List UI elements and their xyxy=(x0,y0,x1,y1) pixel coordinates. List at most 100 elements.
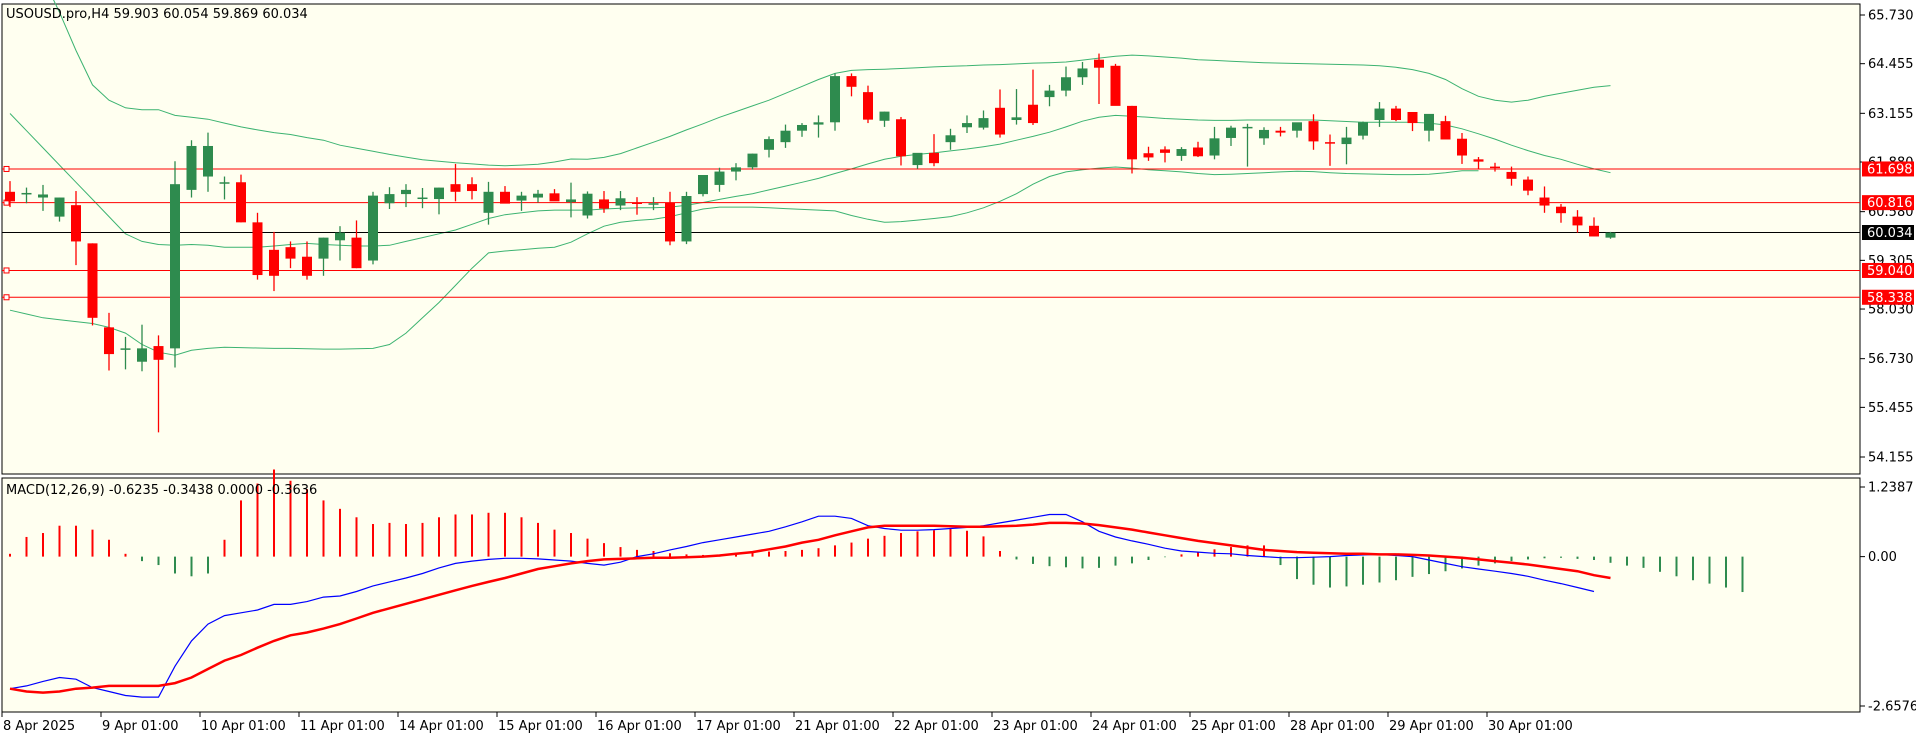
candle-body xyxy=(236,182,246,223)
candle-body xyxy=(1424,113,1434,131)
candle-body xyxy=(1077,68,1088,78)
hline-anchor[interactable] xyxy=(3,294,10,301)
y-tick-label: 56.730 xyxy=(1868,352,1914,367)
symbol-header: USOUSD.pro,H4 59.903 60.054 59.869 60.03… xyxy=(6,7,308,22)
hline-anchor[interactable] xyxy=(3,267,10,274)
candle-body xyxy=(1391,108,1401,121)
candle-body xyxy=(1325,142,1335,144)
x-tick-label: 30 Apr 01:00 xyxy=(1488,719,1573,734)
x-tick-label: 25 Apr 01:00 xyxy=(1191,719,1276,734)
candle-body xyxy=(368,195,378,261)
candle-body xyxy=(681,196,692,242)
candle-body xyxy=(1457,138,1467,156)
candle-body xyxy=(401,189,411,195)
candle-body xyxy=(467,184,477,192)
candle-body xyxy=(813,122,824,125)
candle-body xyxy=(648,203,659,205)
y-tick-label: 63.155 xyxy=(1868,107,1914,122)
candle-body xyxy=(1061,77,1071,91)
candle-body xyxy=(780,130,791,143)
macd-axis: 1.2387 0.00 -2.6576 xyxy=(1860,481,1916,715)
candle-body xyxy=(186,145,197,190)
candle-body xyxy=(1308,121,1319,142)
x-tick-label: 24 Apr 01:00 xyxy=(1092,719,1177,734)
candle-body xyxy=(995,107,1005,135)
candle-body xyxy=(549,193,560,202)
x-tick-label: 16 Apr 01:00 xyxy=(597,719,682,734)
x-tick-label: 14 Apr 01:00 xyxy=(399,719,484,734)
candle-body xyxy=(1539,197,1550,206)
candle-body xyxy=(104,327,114,355)
chart-canvas: 65.73064.45563.15561.88060.58059.30558.0… xyxy=(1,0,1916,734)
candle-body xyxy=(978,118,989,128)
candle-body xyxy=(285,247,296,259)
candle-body xyxy=(1176,149,1187,156)
candle-body xyxy=(1490,166,1500,169)
candle-body xyxy=(830,76,840,123)
candle-body xyxy=(120,348,131,350)
time-axis: 8 Apr 2025 9 Apr 01:00 10 Apr 01:00 11 Apr … xyxy=(1,712,1573,734)
candle-body xyxy=(1193,147,1203,157)
candle-body xyxy=(1226,127,1236,138)
candle-body xyxy=(1341,137,1352,145)
candle-body xyxy=(417,197,428,200)
candle-body xyxy=(71,205,81,242)
candle-body xyxy=(384,194,395,204)
x-tick-label: 29 Apr 01:00 xyxy=(1389,719,1474,734)
x-tick-label: 21 Apr 01:00 xyxy=(795,719,880,734)
x-tick-label: 22 Apr 01:00 xyxy=(894,719,979,734)
macd-tick-label: 0.00 xyxy=(1868,550,1897,565)
current-price-label: 60.034 xyxy=(1867,226,1913,241)
candle-body xyxy=(5,191,15,202)
macd-header: MACD(12,26,9) -0.6235 -0.3438 0.0000 -0.… xyxy=(6,483,317,498)
candle-body xyxy=(1523,179,1533,191)
candle-body xyxy=(846,76,857,87)
y-tick-label: 55.455 xyxy=(1868,401,1914,416)
candle-body xyxy=(269,249,279,276)
price-pane[interactable] xyxy=(1,3,1861,475)
candle-body xyxy=(863,92,873,120)
candle-body xyxy=(945,135,956,143)
y-tick-label: 65.730 xyxy=(1868,9,1914,24)
candle-body xyxy=(764,139,774,150)
candle-body xyxy=(665,202,675,242)
candle-body xyxy=(1160,149,1170,153)
candle-body xyxy=(434,187,444,200)
candle-body xyxy=(698,174,708,195)
candle-body xyxy=(1242,126,1253,129)
candle-body xyxy=(1374,108,1385,121)
candle-body xyxy=(747,153,758,168)
candle-body xyxy=(1440,121,1451,140)
candle-body xyxy=(21,192,32,195)
macd-tick-label: 1.2387 xyxy=(1868,481,1914,496)
candle-body xyxy=(1407,111,1418,124)
candle-body xyxy=(1044,90,1055,98)
macd-tick-label: -2.6576 xyxy=(1868,700,1916,715)
macd-pane[interactable] xyxy=(1,477,1861,713)
candle-body xyxy=(632,202,642,204)
candle-body xyxy=(318,237,329,259)
candle-body xyxy=(566,199,576,203)
candle-body xyxy=(912,152,923,166)
candle-body xyxy=(714,171,725,185)
x-tick-label: 15 Apr 01:00 xyxy=(498,719,583,734)
candle-body xyxy=(1275,130,1286,133)
candle-body xyxy=(38,194,48,198)
hline-anchor[interactable] xyxy=(3,165,10,172)
candle-body xyxy=(1011,117,1022,121)
candle-body xyxy=(252,222,263,276)
candle-body xyxy=(1605,232,1616,238)
candle-body xyxy=(1127,105,1137,160)
candle-body xyxy=(1473,159,1484,162)
y-tick-label: 54.155 xyxy=(1868,451,1914,466)
candle-body xyxy=(170,184,180,349)
candle-body xyxy=(929,152,939,164)
candle-body xyxy=(896,119,906,157)
candle-body xyxy=(153,346,164,360)
candle-body xyxy=(879,111,890,121)
hline-0-label: 61.698 xyxy=(1867,162,1913,177)
candle-body xyxy=(351,237,362,269)
hline-3-label: 58.338 xyxy=(1867,291,1913,306)
candle-body xyxy=(87,243,98,318)
candle-body xyxy=(962,123,972,128)
